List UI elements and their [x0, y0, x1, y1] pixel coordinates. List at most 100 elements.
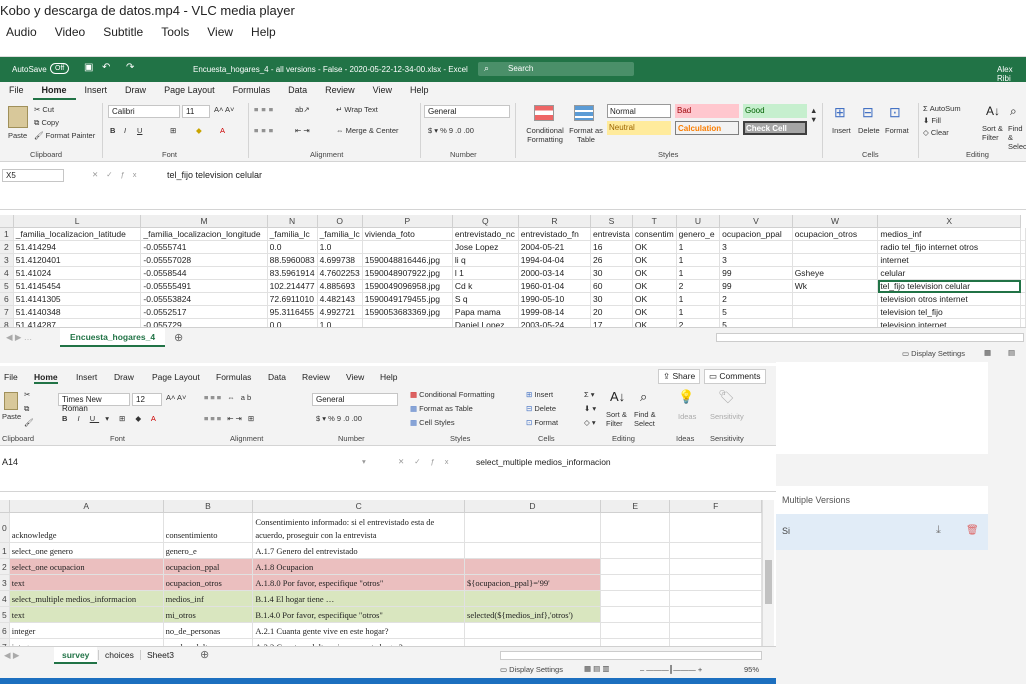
tab2-file[interactable]: File — [4, 372, 18, 382]
table-cell[interactable]: OK — [632, 240, 677, 254]
sort-filter-button-2[interactable]: Sort & Filter — [606, 410, 632, 428]
table-cell[interactable]: select_one genero — [9, 542, 164, 559]
tab-insert[interactable]: Insert — [76, 82, 117, 100]
sort-filter-button[interactable]: Sort & Filter — [982, 124, 1006, 142]
column-header[interactable]: A — [9, 500, 164, 513]
table-cell[interactable]: -0.05557028 — [140, 253, 268, 267]
column-header[interactable]: E — [600, 500, 671, 513]
vertical-scrollbar-2[interactable] — [762, 500, 774, 646]
row-header[interactable]: 7 — [0, 305, 14, 319]
table-cell[interactable] — [792, 305, 879, 319]
table-cell[interactable] — [669, 590, 762, 607]
number-format-select-2[interactable]: General — [312, 393, 398, 406]
find-select-icon-2[interactable]: ⌕ — [640, 389, 647, 405]
table-cell[interactable]: _familia_localizacion_latitude — [13, 227, 142, 241]
style-calculation[interactable]: Calculation — [675, 121, 739, 135]
table-cell[interactable]: 51.4141305 — [13, 292, 142, 306]
tab-home[interactable]: Home — [32, 82, 76, 100]
table-cell[interactable]: OK — [632, 318, 677, 327]
column-header[interactable]: M — [140, 215, 268, 228]
table-cell[interactable] — [464, 512, 601, 543]
table-cell[interactable]: acknowledge — [9, 512, 164, 543]
table-cell[interactable]: ocupacion_otros — [163, 574, 254, 591]
undo-icon[interactable]: ↶ — [102, 62, 110, 73]
tab2-home[interactable]: Home — [34, 372, 58, 384]
table-cell[interactable]: Daniel Lopez — [452, 318, 519, 327]
table-cell[interactable]: 99 — [719, 279, 793, 293]
redo-icon[interactable]: ↷ — [126, 62, 134, 73]
clear-icon-2[interactable]: ◇ ▾ — [584, 418, 596, 427]
delete-button[interactable]: Delete — [858, 126, 880, 135]
vlc-menu-view[interactable]: View — [198, 22, 242, 44]
table-cell[interactable]: 26 — [590, 253, 633, 267]
sheet-tab-choices[interactable]: choices — [98, 650, 140, 660]
table-cell[interactable]: 4.482143 — [317, 292, 363, 306]
autosum-button[interactable]: Σ AutoSum — [923, 104, 961, 113]
table-cell[interactable]: genero_e — [163, 542, 254, 559]
table-cell[interactable]: Jose Lopez — [452, 240, 519, 254]
table-cell[interactable]: 1990-05-10 — [518, 292, 592, 306]
table-cell[interactable] — [669, 574, 762, 591]
table-cell[interactable] — [669, 622, 762, 639]
tab-review[interactable]: Review — [316, 82, 364, 100]
row-header[interactable]: 7 — [0, 638, 10, 646]
table-cell[interactable]: _familia_localizacion_longitude — [140, 227, 268, 241]
row-header[interactable]: 4 — [0, 590, 10, 607]
table-cell[interactable]: television internet — [877, 318, 1021, 327]
table-cell[interactable]: _familia_lc — [317, 227, 363, 241]
name-box-dropdown-icon[interactable]: ▾ — [362, 457, 366, 466]
table-cell[interactable]: 95.3116455 — [267, 305, 318, 319]
paste-button[interactable]: Paste — [8, 131, 27, 140]
sort-filter-icon[interactable]: A↓ — [986, 104, 1000, 118]
table-cell[interactable]: 0.0 — [267, 318, 318, 327]
vlc-menu-audio[interactable]: Audio — [0, 22, 46, 44]
row-header[interactable]: 6 — [0, 292, 14, 306]
delete-cells-icon[interactable]: ⊟ — [862, 104, 874, 121]
sheet-nav-icons-2[interactable]: ◀ ▶ — [4, 650, 19, 661]
paste-icon-2[interactable] — [4, 392, 18, 410]
table-cell[interactable] — [600, 606, 671, 623]
table-cell[interactable]: genero_e — [676, 227, 721, 241]
conditional-formatting-button[interactable]: Conditional Formatting — [522, 126, 568, 144]
table-cell[interactable]: ocupacion_ppal — [163, 558, 254, 575]
table-cell[interactable] — [669, 512, 762, 543]
table-cell[interactable]: 51.414294 — [13, 240, 142, 254]
row-header[interactable]: 5 — [0, 606, 10, 623]
table-cell[interactable] — [362, 318, 453, 327]
table-cell[interactable]: 4.992721 — [317, 305, 363, 319]
table-cell[interactable]: 1 — [676, 305, 721, 319]
table-cell[interactable]: integer — [9, 638, 164, 646]
table-cell[interactable]: 83.5961914 — [267, 266, 318, 280]
share-button[interactable]: ⇪ Share — [658, 369, 701, 384]
table-cell[interactable] — [600, 590, 671, 607]
tab-data[interactable]: Data — [279, 82, 316, 100]
vlc-menu-help[interactable]: Help — [242, 22, 285, 44]
table-cell[interactable]: 1 — [676, 253, 721, 267]
tab2-help[interactable]: Help — [380, 372, 397, 382]
delete-button-2[interactable]: ⊟ Delete — [526, 404, 556, 413]
table-cell[interactable]: -0.0558544 — [140, 266, 268, 280]
orientation-icon[interactable]: ab↗ — [295, 105, 310, 114]
scroll-thumb-2[interactable] — [765, 560, 772, 604]
tab2-insert[interactable]: Insert — [76, 372, 97, 382]
table-cell[interactable]: ocupacion_ppal — [719, 227, 793, 241]
font-style-icons-2[interactable]: B I U ▾ ⊞ ◆ A — [62, 414, 160, 423]
fill-icon-2[interactable]: ⬇ ▾ — [584, 404, 596, 413]
fill-button[interactable]: ⬇ Fill — [923, 116, 941, 125]
formula-input[interactable]: tel_fijo television celular — [167, 170, 262, 180]
format-as-table-button[interactable]: Format as Table — [568, 126, 604, 144]
row-header[interactable]: 5 — [0, 279, 14, 293]
table-cell[interactable] — [600, 638, 671, 646]
align-icons-2b[interactable]: ≡≡≡ ⇤⇥ ⊞ — [204, 414, 256, 423]
cut-icon-2[interactable]: ✂ — [24, 390, 30, 399]
format-painter-button[interactable]: 🖌 Format Painter — [34, 131, 95, 140]
column-header[interactable]: Q — [452, 215, 519, 228]
user-name[interactable]: Alex Ribi — [997, 65, 1026, 83]
column-header[interactable]: P — [362, 215, 453, 228]
table-cell[interactable]: ${ocupacion_ppal}='99' — [464, 574, 601, 591]
row-header[interactable]: 2 — [0, 558, 10, 575]
table-cell[interactable]: B.1.4.0 Por favor, especifique "otros" — [252, 606, 466, 623]
table-cell[interactable]: OK — [632, 292, 677, 306]
sheet-tab-sheet3[interactable]: Sheet3 — [140, 650, 180, 660]
table-cell[interactable]: mi_otros — [163, 606, 254, 623]
